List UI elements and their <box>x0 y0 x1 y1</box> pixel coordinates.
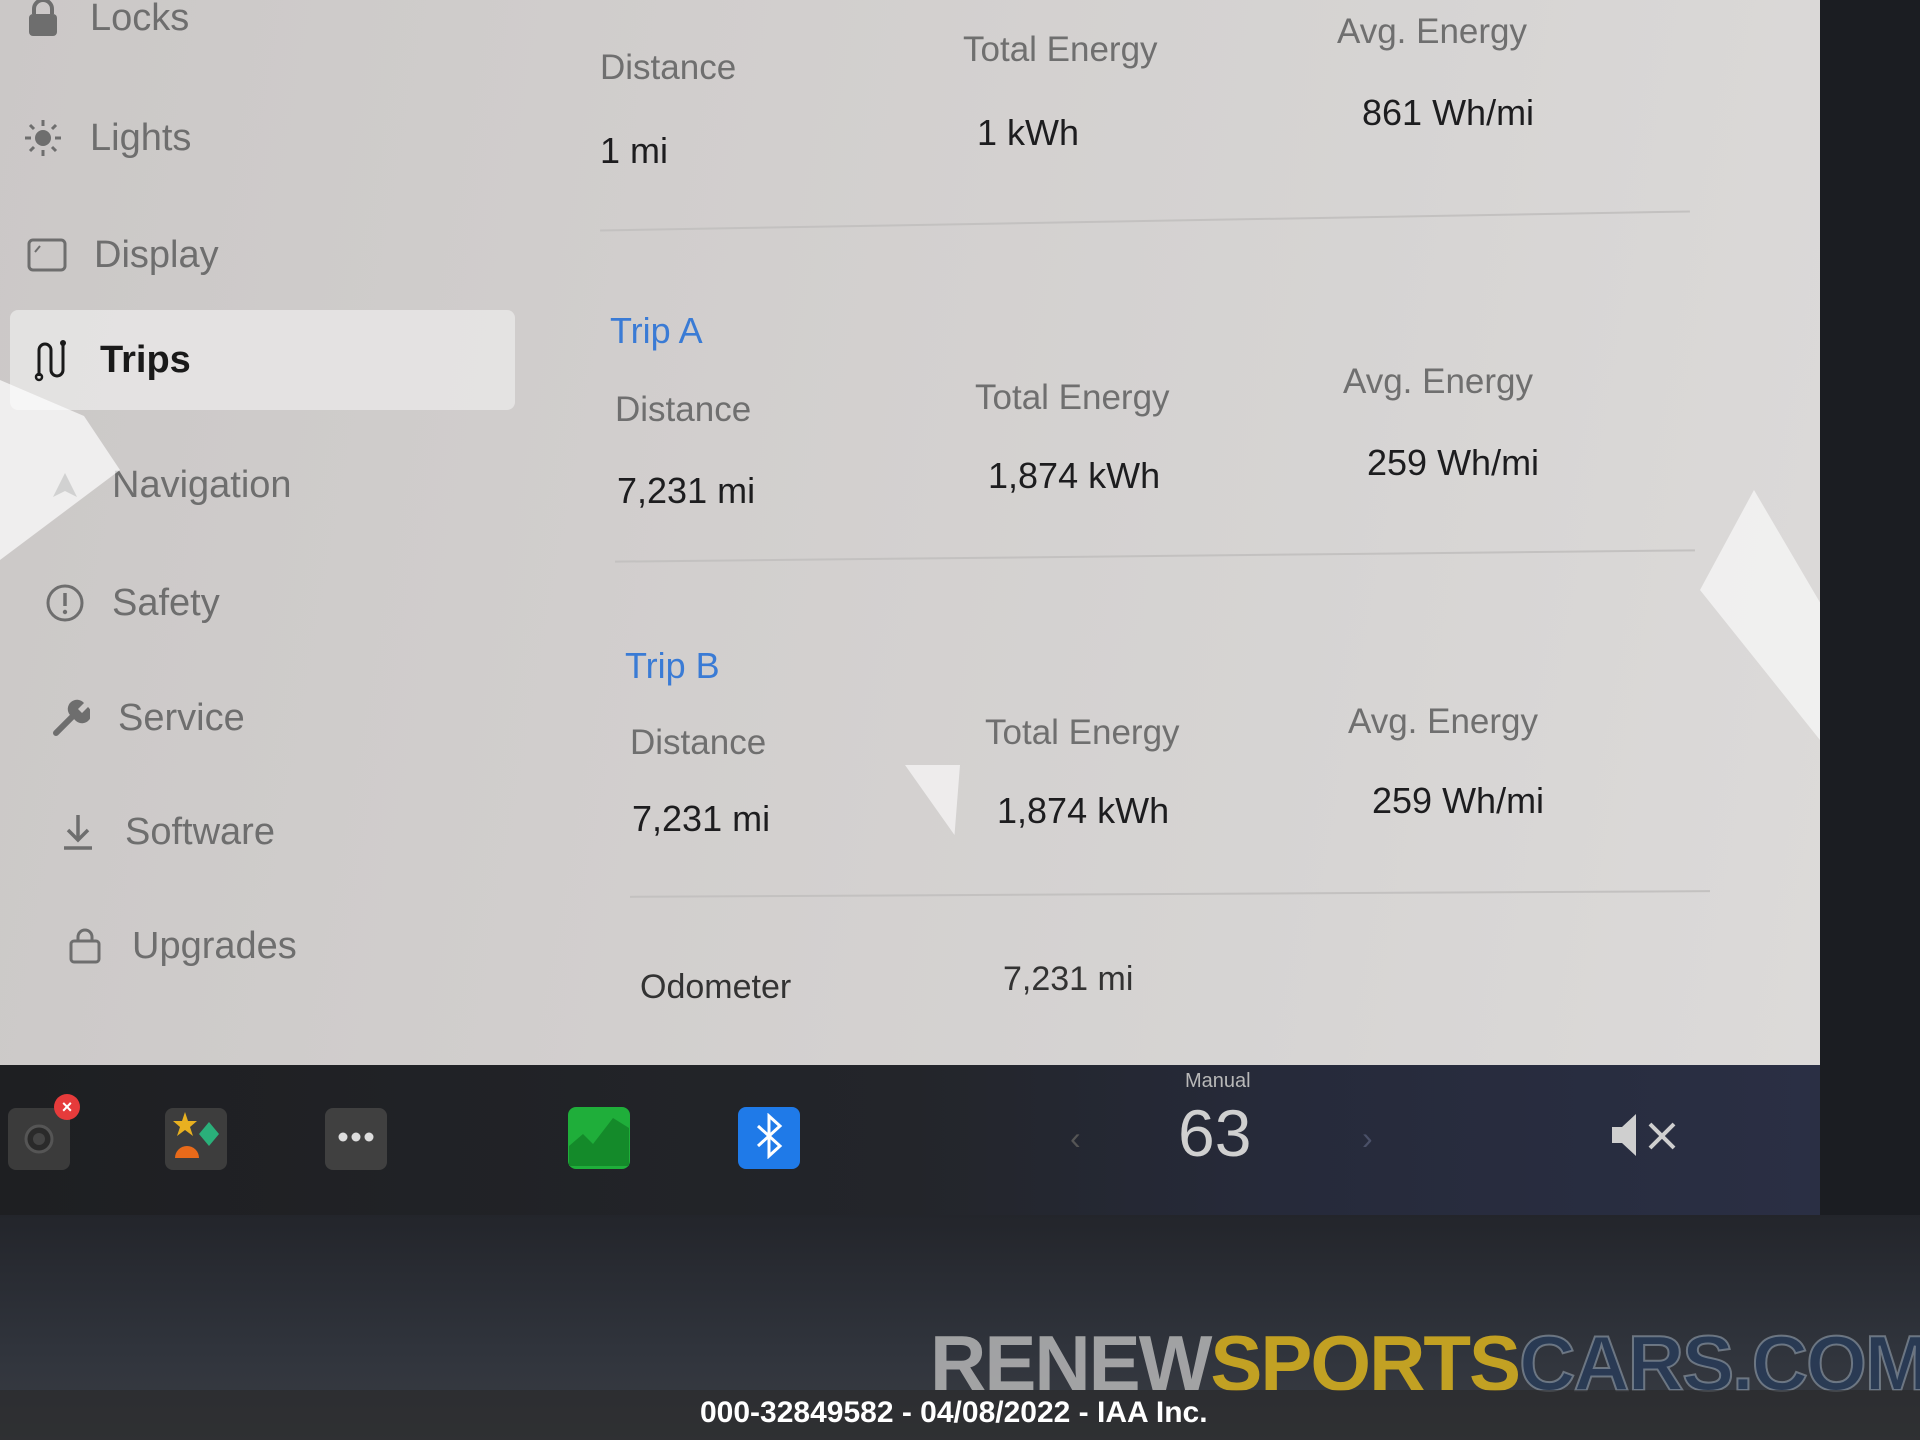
sidebar-item-software[interactable]: Software <box>53 782 275 882</box>
bluetooth-button[interactable] <box>738 1107 800 1169</box>
photo-caption: 000-32849582 - 04/08/2022 - IAA Inc. <box>700 1396 1208 1429</box>
volume-muted-icon <box>1610 1114 1684 1164</box>
odometer-label: Odometer <box>640 968 792 1006</box>
trip-b-title[interactable]: Trip B <box>625 645 720 687</box>
trips-icon <box>28 335 78 385</box>
settings-sidebar: Locks Lights Display Trips Navigation Sa… <box>0 0 520 1065</box>
sidebar-item-upgrades[interactable]: Upgrades <box>60 896 297 996</box>
energy-app-button[interactable] <box>568 1107 630 1169</box>
distance-label: Distance <box>615 390 752 429</box>
sidebar-item-label: Service <box>118 696 245 739</box>
wrench-icon <box>46 693 96 743</box>
sidebar-item-label: Locks <box>90 0 190 39</box>
sun-icon <box>18 113 68 163</box>
lock-icon <box>18 0 68 43</box>
distance-label: Distance <box>600 48 737 87</box>
touchscreen: Locks Lights Display Trips Navigation Sa… <box>0 0 1820 1065</box>
display-icon <box>22 230 72 280</box>
sidebar-item-label: Display <box>94 233 219 276</box>
avg-energy-label: Avg. Energy <box>1343 362 1534 401</box>
trip-a-title[interactable]: Trip A <box>610 310 703 352</box>
avg-energy-label: Avg. Energy <box>1348 702 1539 741</box>
sidebar-item-label: Trips <box>100 338 191 381</box>
sidebar-item-display[interactable]: Display <box>22 205 219 305</box>
avg-energy-value: 259 Wh/mi <box>1372 780 1545 821</box>
total-energy-value: 1 kWh <box>977 112 1080 153</box>
avg-energy-label: Avg. Energy <box>1337 12 1528 51</box>
alert-circle-icon <box>40 578 90 628</box>
volume-button[interactable] <box>1610 1110 1684 1165</box>
toybox-app-button[interactable] <box>165 1108 227 1170</box>
camera-app-button[interactable]: × <box>8 1094 80 1170</box>
temp-up-icon[interactable]: › <box>1362 1120 1373 1157</box>
total-energy-value: 1,874 kWh <box>997 790 1170 831</box>
total-energy-label: Total Energy <box>963 30 1158 69</box>
energy-app-icon <box>569 1106 629 1171</box>
screen-glare <box>1700 490 1820 740</box>
sidebar-item-lights[interactable]: Lights <box>18 88 191 188</box>
distance-label: Distance <box>630 723 767 762</box>
navigation-icon <box>40 460 90 510</box>
photo-caption-bar: 000-32849582 - 04/08/2022 - IAA Inc. <box>0 1390 1920 1440</box>
camera-icon <box>19 1117 59 1162</box>
sidebar-item-trips[interactable]: Trips <box>10 310 515 410</box>
odometer-value: 7,231 mi <box>1003 960 1134 998</box>
close-badge-icon[interactable]: × <box>54 1094 80 1120</box>
sidebar-item-navigation[interactable]: Navigation <box>40 435 292 535</box>
divider <box>615 549 1695 563</box>
total-energy-label: Total Energy <box>975 378 1170 417</box>
more-apps-button[interactable] <box>325 1108 387 1170</box>
avg-energy-value: 861 Wh/mi <box>1362 92 1535 133</box>
sidebar-item-locks[interactable]: Locks <box>18 0 189 68</box>
total-energy-label: Total Energy <box>985 713 1180 752</box>
distance-value: 1 mi <box>600 130 669 171</box>
taskbar: × ‹ Manual 63 › <box>0 1065 1820 1215</box>
sidebar-item-service[interactable]: Service <box>46 668 245 768</box>
sidebar-item-label: Software <box>125 810 275 853</box>
sidebar-item-label: Lights <box>90 116 192 159</box>
climate-mode: Manual <box>1185 1070 1251 1092</box>
sidebar-item-label: Upgrades <box>132 924 297 967</box>
bluetooth-icon <box>754 1112 784 1164</box>
toybox-icon <box>169 1110 223 1169</box>
distance-value: 7,231 mi <box>632 798 771 839</box>
divider <box>600 210 1690 232</box>
sidebar-item-label: Navigation <box>112 463 292 506</box>
sidebar-item-safety[interactable]: Safety <box>40 553 220 653</box>
climate-temperature[interactable]: 63 <box>1178 1095 1251 1171</box>
sidebar-item-label: Safety <box>112 581 220 624</box>
shopping-bag-icon <box>60 921 110 971</box>
more-apps-icon <box>336 1130 376 1148</box>
temp-down-icon[interactable]: ‹ <box>1070 1120 1081 1157</box>
distance-value: 7,231 mi <box>617 470 756 511</box>
screen-glare <box>905 765 960 835</box>
divider <box>630 890 1710 898</box>
total-energy-value: 1,874 kWh <box>988 455 1161 496</box>
download-icon <box>53 807 103 857</box>
avg-energy-value: 259 Wh/mi <box>1367 442 1540 483</box>
